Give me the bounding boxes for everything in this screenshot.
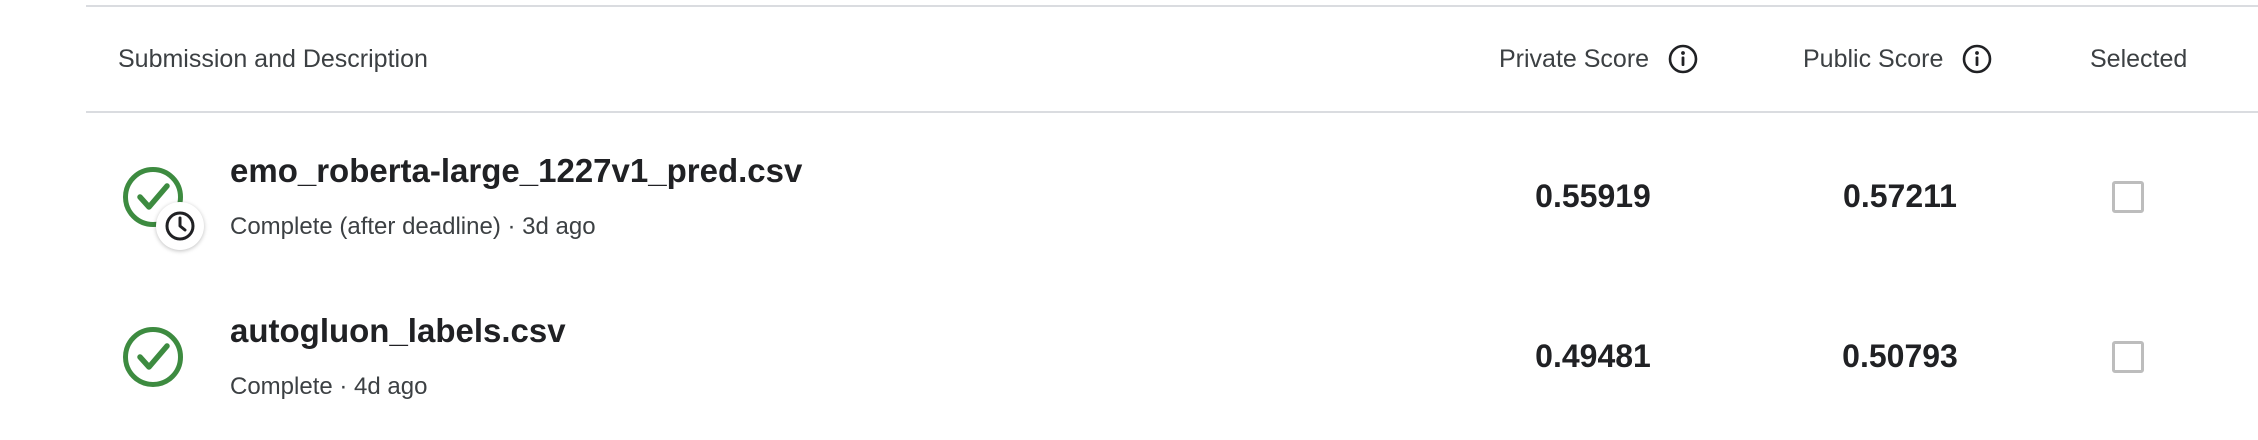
column-header-private-score: Private Score <box>1499 7 1699 111</box>
info-icon[interactable] <box>1961 43 1993 75</box>
column-header-selected-label: Selected <box>2090 44 2188 73</box>
clock-icon <box>156 202 204 250</box>
private-score-value: 0.49481 <box>1535 338 1651 374</box>
table-row: emo_roberta-large_1227v1_pred.csv Comple… <box>86 120 2258 280</box>
info-icon[interactable] <box>1667 43 1699 75</box>
selected-checkbox[interactable] <box>2112 341 2144 373</box>
column-header-submission-label: Submission and Description <box>118 44 428 73</box>
table-header: Submission and Description Private Score… <box>86 7 2258 113</box>
check-circle-icon <box>122 326 184 388</box>
column-header-public-score-label: Public Score <box>1803 44 1944 73</box>
column-header-submission: Submission and Description <box>118 7 428 111</box>
public-score-value: 0.57211 <box>1843 178 1957 214</box>
submission-filename[interactable]: emo_roberta-large_1227v1_pred.csv <box>230 152 802 190</box>
column-header-public-score: Public Score <box>1803 7 1993 111</box>
column-header-selected: Selected <box>2090 7 2187 111</box>
submission-filename[interactable]: autogluon_labels.csv <box>230 312 566 350</box>
public-score-value: 0.50793 <box>1842 338 1958 374</box>
table-row: autogluon_labels.csv Complete · 4d ago 0… <box>86 280 2258 440</box>
submission-status: Complete · 4d ago <box>230 373 428 400</box>
submission-status: Complete (after deadline) · 3d ago <box>230 213 596 240</box>
private-score-value: 0.55919 <box>1535 178 1651 214</box>
submissions-table: Submission and Description Private Score… <box>86 5 2258 432</box>
selected-checkbox[interactable] <box>2112 181 2144 213</box>
column-header-private-score-label: Private Score <box>1499 44 1650 73</box>
